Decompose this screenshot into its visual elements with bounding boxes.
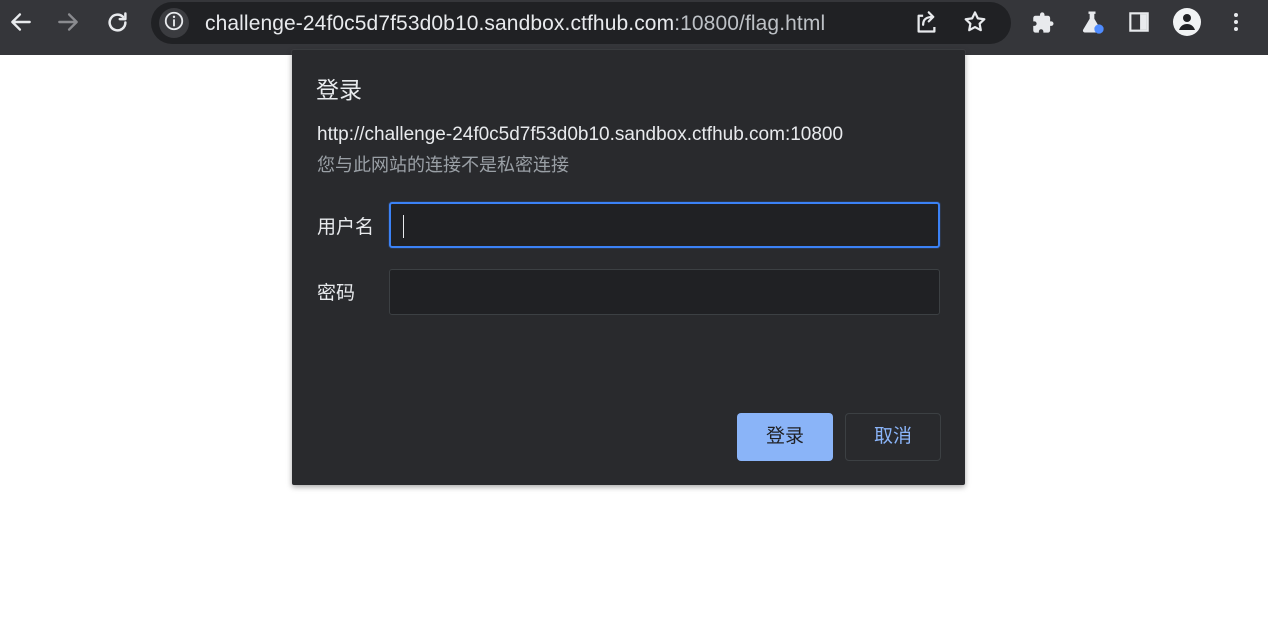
origin-url: http://challenge-24f0c5d7f53d0b10.sandbo… bbox=[317, 124, 844, 145]
reload-button[interactable] bbox=[102, 7, 132, 37]
address-bar[interactable]: challenge-24f0c5d7f53d0b10.sandbox.ctfhu… bbox=[151, 2, 1011, 44]
person-icon bbox=[1175, 10, 1199, 34]
share-icon bbox=[913, 9, 940, 36]
browser-toolbar: challenge-24f0c5d7f53d0b10.sandbox.ctfhu… bbox=[0, 0, 1268, 55]
puzzle-icon bbox=[1031, 9, 1058, 36]
username-field[interactable] bbox=[389, 202, 940, 248]
info-icon bbox=[163, 10, 185, 37]
url-text[interactable]: challenge-24f0c5d7f53d0b10.sandbox.ctfhu… bbox=[205, 12, 825, 36]
flask-icon bbox=[1078, 8, 1106, 36]
share-button[interactable] bbox=[911, 7, 941, 37]
password-label: 密码 bbox=[317, 283, 356, 304]
http-auth-dialog: 登录 http://challenge-24f0c5d7f53d0b10.san… bbox=[292, 50, 965, 485]
browser-menu-button[interactable] bbox=[1221, 7, 1251, 37]
sign-in-button[interactable]: 登录 bbox=[737, 413, 833, 461]
url-host: challenge-24f0c5d7f53d0b10.sandbox.ctfhu… bbox=[205, 12, 675, 35]
profile-button[interactable] bbox=[1172, 7, 1202, 37]
password-field[interactable] bbox=[389, 269, 940, 315]
username-label: 用户名 bbox=[317, 217, 375, 238]
arrow-right-icon bbox=[55, 9, 81, 35]
site-info-button[interactable] bbox=[159, 8, 189, 38]
star-icon bbox=[961, 8, 989, 36]
url-port-path: :10800/flag.html bbox=[674, 12, 826, 35]
bookmark-button[interactable] bbox=[960, 7, 990, 37]
labs-button[interactable] bbox=[1077, 7, 1107, 37]
side-panel-button[interactable] bbox=[1124, 7, 1154, 37]
reload-icon bbox=[104, 9, 131, 36]
arrow-left-icon bbox=[8, 9, 34, 35]
cancel-button[interactable]: 取消 bbox=[845, 413, 941, 461]
three-dots-vertical-icon bbox=[1224, 8, 1248, 36]
text-caret bbox=[403, 215, 404, 238]
back-button[interactable] bbox=[6, 7, 36, 37]
dialog-title: 登录 bbox=[316, 77, 362, 103]
security-warning: 您与此网站的连接不是私密连接 bbox=[317, 155, 569, 175]
avatar bbox=[1173, 8, 1201, 36]
forward-button[interactable] bbox=[53, 7, 83, 37]
side-panel-icon bbox=[1126, 9, 1152, 35]
extensions-button[interactable] bbox=[1029, 7, 1059, 37]
